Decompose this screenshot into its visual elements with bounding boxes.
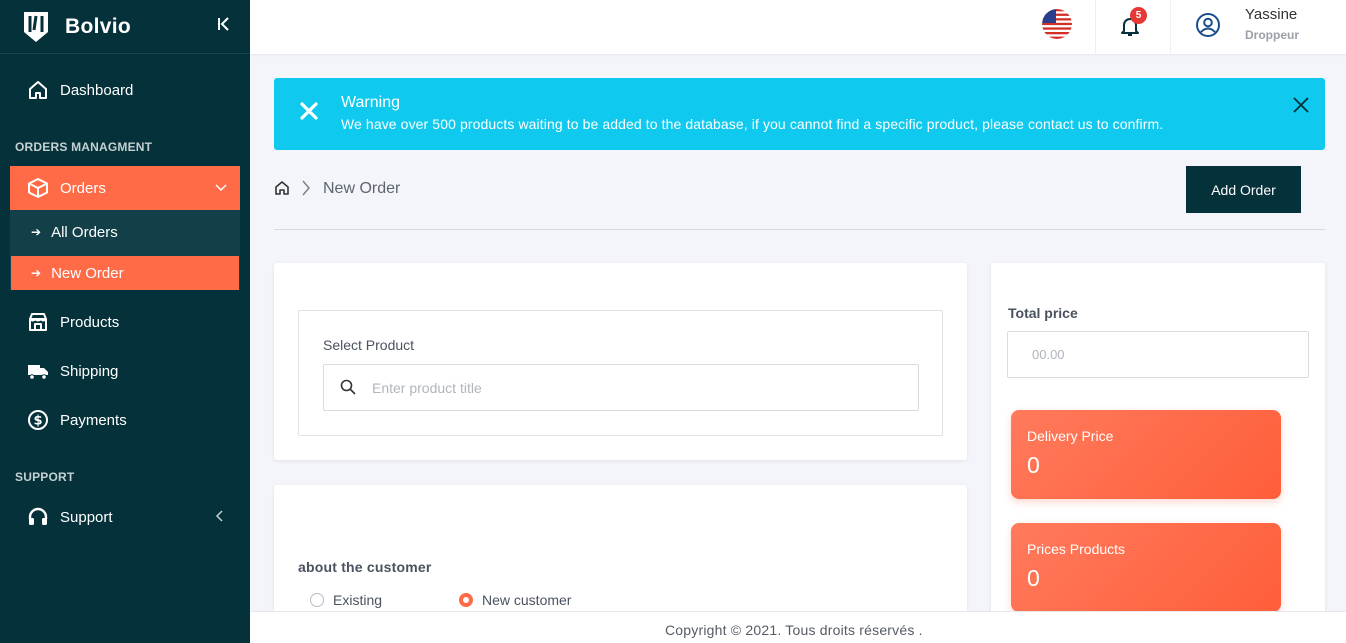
copyright-text: Copyright © 2021. Tous droits réservés . bbox=[665, 622, 923, 638]
customer-title: about the customer bbox=[298, 559, 432, 575]
nav-products-label: Products bbox=[60, 313, 120, 331]
orders-submenu: ➔ All Orders ➔ New Order bbox=[10, 210, 240, 290]
prices-products-tile: Prices Products 0 bbox=[1011, 523, 1281, 612]
svg-text:$: $ bbox=[33, 414, 42, 429]
radio-new-customer-label: New customer bbox=[482, 592, 572, 608]
add-order-button[interactable]: Add Order bbox=[1186, 166, 1301, 213]
alert-title: Warning bbox=[341, 94, 400, 111]
warning-x-icon bbox=[300, 102, 318, 120]
divider bbox=[274, 229, 1325, 230]
nav-products[interactable]: Products bbox=[10, 300, 240, 344]
collapse-sidebar-icon[interactable] bbox=[214, 14, 234, 34]
radio-new-customer[interactable]: New customer bbox=[459, 592, 571, 608]
nav-orders-label: Orders bbox=[60, 179, 106, 197]
total-price-label: Total price bbox=[1008, 305, 1078, 321]
nav-shipping[interactable]: Shipping bbox=[10, 349, 240, 393]
topbar: 5 Yassine Droppeur bbox=[250, 0, 1346, 54]
nav-all-orders-label: All Orders bbox=[51, 223, 118, 241]
brand: Bolvio bbox=[0, 0, 250, 54]
total-price-input[interactable] bbox=[1007, 331, 1309, 378]
product-card: Select Product bbox=[274, 263, 967, 460]
nav-dashboard[interactable]: Dashboard bbox=[10, 68, 240, 112]
prices-products-value: 0 bbox=[1027, 565, 1040, 591]
nav-all-orders[interactable]: ➔ All Orders bbox=[11, 215, 239, 249]
home-icon bbox=[26, 78, 50, 102]
nav-orders[interactable]: Orders bbox=[10, 166, 240, 210]
radio-existing-indicator[interactable] bbox=[310, 593, 324, 607]
breadcrumb-home-icon[interactable] bbox=[274, 180, 290, 196]
brand-name: Bolvio bbox=[65, 14, 131, 38]
nav-shipping-label: Shipping bbox=[60, 362, 119, 380]
nav-support[interactable]: Support bbox=[10, 495, 240, 539]
price-card: Total price Delivery Price 0 Prices Prod… bbox=[991, 263, 1325, 633]
brand-logo-icon bbox=[24, 11, 48, 42]
warning-alert: Warning We have over 500 products waitin… bbox=[274, 78, 1325, 150]
radio-new-customer-indicator[interactable] bbox=[459, 593, 473, 607]
product-select-box: Select Product bbox=[298, 310, 943, 436]
nav-support-label: Support bbox=[60, 508, 113, 526]
footer: Copyright © 2021. Tous droits réservés . bbox=[250, 611, 1346, 643]
customer-card: about the customer Existing New customer bbox=[274, 485, 967, 625]
delivery-price-value: 0 bbox=[1027, 452, 1040, 478]
product-search-input[interactable] bbox=[372, 365, 912, 410]
search-icon bbox=[340, 379, 356, 395]
delivery-price-tile: Delivery Price 0 bbox=[1011, 410, 1281, 499]
chevron-left-icon bbox=[215, 510, 223, 522]
breadcrumb-current: New Order bbox=[323, 180, 401, 197]
nav-payments-label: Payments bbox=[60, 411, 127, 429]
divider bbox=[1170, 0, 1171, 54]
section-orders-management: ORDERS MANAGMENT bbox=[15, 140, 153, 154]
store-icon bbox=[26, 310, 50, 334]
arrow-right-icon: ➔ bbox=[31, 266, 42, 280]
prices-products-label: Prices Products bbox=[1027, 541, 1126, 557]
nav-payments[interactable]: $ Payments bbox=[10, 398, 240, 442]
alert-text: We have over 500 products waiting to be … bbox=[341, 116, 1164, 132]
chevron-right-icon bbox=[302, 180, 310, 196]
divider bbox=[1095, 0, 1096, 54]
section-support: SUPPORT bbox=[15, 470, 75, 484]
product-search-field[interactable] bbox=[323, 364, 919, 411]
user-role: Droppeur bbox=[1245, 28, 1299, 42]
delivery-price-label: Delivery Price bbox=[1027, 428, 1114, 444]
select-product-label: Select Product bbox=[323, 337, 415, 353]
notification-badge: 5 bbox=[1130, 7, 1147, 24]
dollar-circle-icon: $ bbox=[26, 408, 50, 432]
sidebar: Bolvio Dashboard ORDERS MANAGMENT Orders… bbox=[0, 0, 250, 643]
arrow-right-icon: ➔ bbox=[31, 225, 42, 239]
truck-icon bbox=[26, 359, 50, 383]
nav-dashboard-label: Dashboard bbox=[60, 81, 134, 99]
radio-existing-label: Existing bbox=[333, 592, 383, 608]
user-avatar-icon[interactable] bbox=[1195, 12, 1221, 38]
nav-new-order-label: New Order bbox=[51, 264, 124, 282]
chevron-down-icon bbox=[215, 184, 227, 192]
us-flag-icon[interactable] bbox=[1042, 9, 1072, 39]
box-icon bbox=[26, 176, 50, 200]
close-icon[interactable] bbox=[1292, 96, 1310, 114]
headset-icon bbox=[26, 505, 50, 529]
nav-new-order[interactable]: ➔ New Order bbox=[11, 256, 239, 290]
radio-existing[interactable]: Existing bbox=[310, 592, 382, 608]
user-name[interactable]: Yassine bbox=[1245, 6, 1297, 23]
